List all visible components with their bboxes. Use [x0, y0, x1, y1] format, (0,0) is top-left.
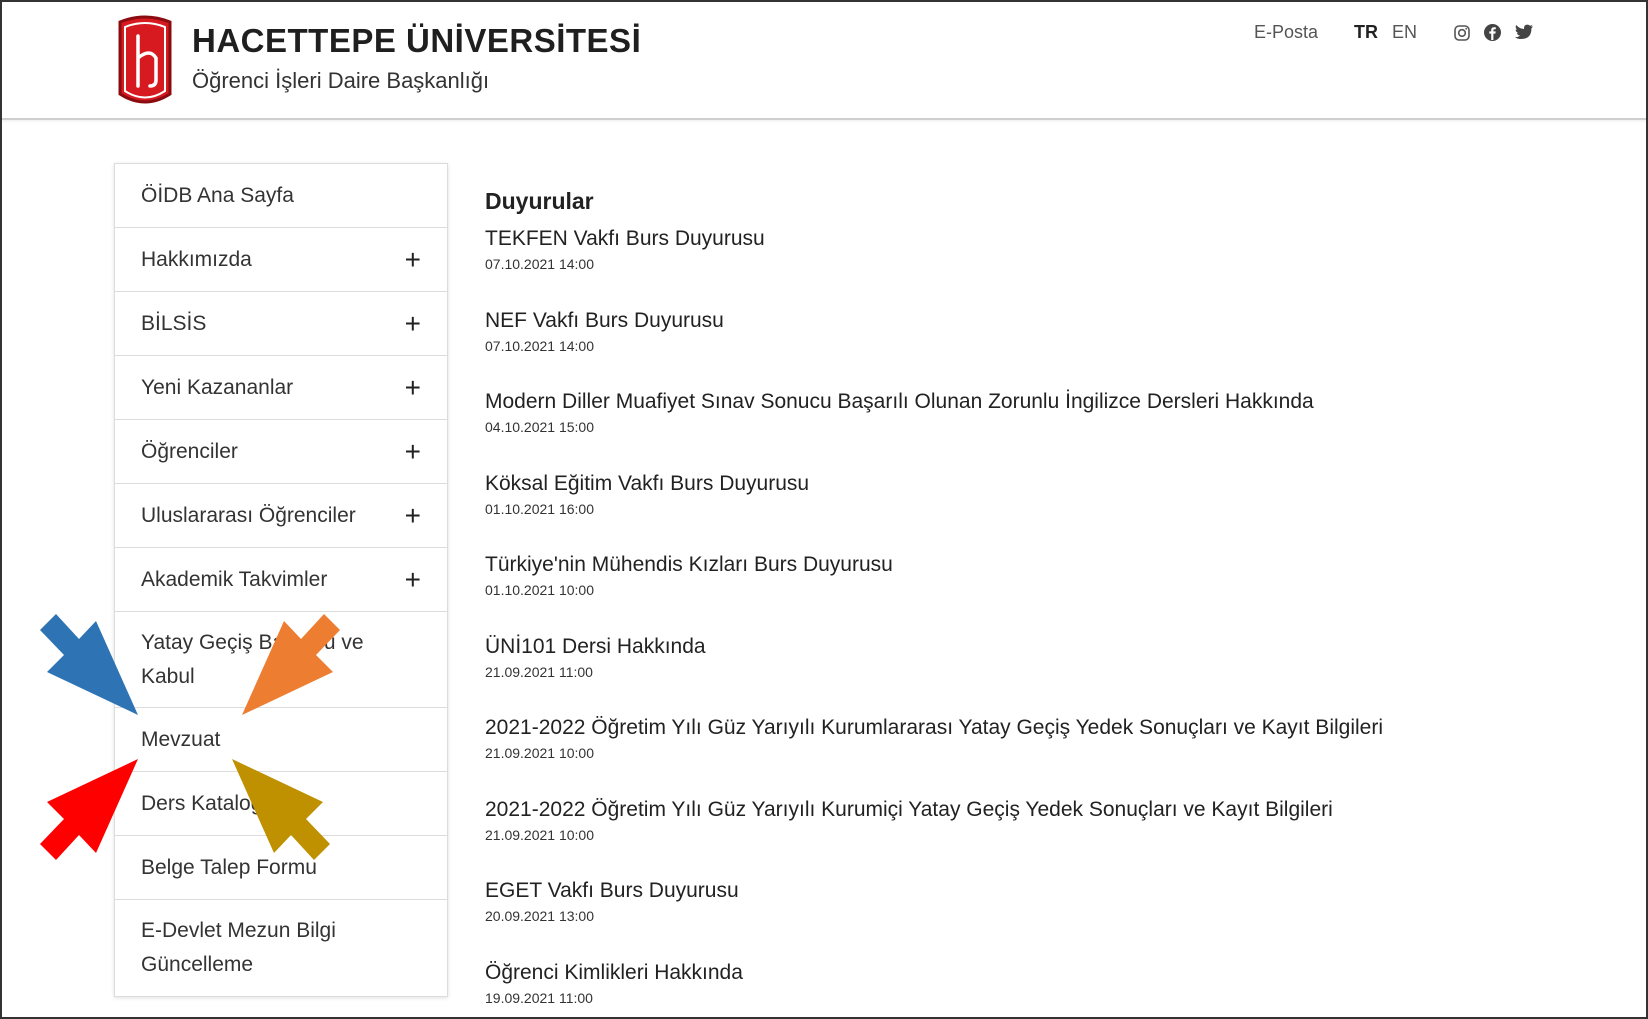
news-date: 01.10.2021 10:00 [485, 582, 594, 598]
sidebar-item-yatay-gecis[interactable]: Yatay Geçiş Başvuru ve Kabul [115, 612, 447, 708]
sidebar-item-label: Ders Kataloğu [141, 791, 275, 815]
news-date: 20.09.2021 13:00 [485, 908, 594, 924]
sidebar-item-mevzuat[interactable]: Mevzuat [115, 708, 447, 772]
sidebar-item-label: Öğrenciler [141, 439, 238, 463]
news-item: TEKFEN Vakfı Burs Duyurusu 07.10.2021 14… [485, 225, 1605, 307]
news-date: 21.09.2021 10:00 [485, 745, 594, 761]
expand-plus-icon[interactable]: + [405, 501, 421, 530]
sidebar-item-belge-talep-formu[interactable]: Belge Talep Formu [115, 836, 447, 900]
news-title-link[interactable]: Modern Diller Muafiyet Sınav Sonucu Başa… [485, 388, 1605, 416]
site-subtitle: Öğrenci İşleri Daire Başkanlığı [192, 68, 490, 93]
sidebar-item-akademik-takvimler[interactable]: Akademik Takvimler + [115, 548, 447, 612]
sidebar-item-hakkimizda[interactable]: Hakkımızda + [115, 228, 447, 292]
lang-tr-link[interactable]: TR [1354, 22, 1378, 43]
news-item: 2021-2022 Öğretim Yılı Güz Yarıyılı Kuru… [485, 796, 1605, 878]
news-item: ÜNİ101 Dersi Hakkında 21.09.2021 11:00 [485, 633, 1605, 715]
sidebar-item-bilsis[interactable]: BİLSİS + [115, 292, 447, 356]
news-title-link[interactable]: EGET Vakfı Burs Duyurusu [485, 877, 1605, 905]
news-item: EGET Vakfı Burs Duyurusu 20.09.2021 13:0… [485, 877, 1605, 959]
sidebar-item-label: E-Devlet Mezun Bilgi Güncelleme [141, 919, 336, 976]
site-title[interactable]: HACETTEPE ÜNİVERSİTESİ [192, 22, 641, 60]
news-item: 2021-2022 Öğretim Yılı Güz Yarıyılı Kuru… [485, 714, 1605, 796]
twitter-icon[interactable] [1514, 24, 1534, 41]
news-title-link[interactable]: 2021-2022 Öğretim Yılı Güz Yarıyılı Kuru… [485, 714, 1605, 742]
expand-plus-icon[interactable]: + [405, 565, 421, 594]
sidebar-item-label: Belge Talep Formu [141, 855, 317, 879]
news-title-link[interactable]: ÜNİ101 Dersi Hakkında [485, 633, 1605, 661]
sidebar-item-yeni-kazananlar[interactable]: Yeni Kazananlar + [115, 356, 447, 420]
instagram-icon[interactable] [1453, 24, 1471, 42]
facebook-icon[interactable] [1483, 23, 1502, 42]
news-date: 01.10.2021 16:00 [485, 500, 594, 517]
announcements-title: Duyurular [485, 188, 594, 214]
news-item: Türkiye'nin Mühendis Kızları Burs Duyuru… [485, 551, 1605, 633]
news-title-link[interactable]: NEF Vakfı Burs Duyurusu [485, 307, 1605, 335]
sidebar-item-e-devlet-mezun[interactable]: E-Devlet Mezun Bilgi Güncelleme [115, 900, 447, 996]
social-links [1453, 23, 1534, 42]
news-title-link[interactable]: Türkiye'nin Mühendis Kızları Burs Duyuru… [485, 551, 1605, 579]
sidebar-item-ders-katalogu[interactable]: Ders Kataloğu [115, 772, 447, 836]
sidebar-item-uluslararasi-ogrenciler[interactable]: Uluslararası Öğrenciler + [115, 484, 447, 548]
sidebar-item-label: ÖİDB Ana Sayfa [141, 183, 294, 207]
sidebar-item-label: Yatay Geçiş Başvuru ve Kabul [141, 630, 364, 688]
news-title-link[interactable]: Köksal Eğitim Vakfı Burs Duyurusu [485, 470, 1605, 498]
news-date: 19.09.2021 11:00 [485, 989, 593, 1006]
sidebar-menu: ÖİDB Ana Sayfa Hakkımızda + BİLSİS + Yen… [114, 163, 448, 997]
expand-plus-icon[interactable]: + [405, 245, 421, 274]
sidebar-item-label: Uluslararası Öğrenciler [141, 503, 356, 527]
sidebar-item-label: Yeni Kazananlar [141, 375, 294, 399]
expand-plus-icon[interactable]: + [405, 309, 421, 338]
sidebar-item-label: Akademik Takvimler [141, 567, 328, 591]
news-date: 04.10.2021 15:00 [485, 419, 594, 435]
news-title-link[interactable]: Öğrenci Kimlikleri Hakkında [485, 959, 1605, 987]
expand-plus-icon[interactable]: + [405, 373, 421, 402]
page-frame: HACETTEPE ÜNİVERSİTESİ Öğrenci İşleri Da… [0, 0, 1648, 1019]
sidebar-item-label: BİLSİS [141, 311, 207, 335]
expand-plus-icon[interactable]: + [405, 437, 421, 466]
sidebar-item-label: Mevzuat [141, 727, 221, 751]
news-title-link[interactable]: TEKFEN Vakfı Burs Duyurusu [485, 225, 1605, 253]
news-date: 21.09.2021 10:00 [485, 826, 594, 843]
sidebar-item-oidb-ana-sayfa[interactable]: ÖİDB Ana Sayfa [115, 164, 447, 228]
news-item: Öğrenci Kimlikleri Hakkında 19.09.2021 1… [485, 959, 1605, 1018]
university-logo-icon[interactable] [116, 14, 174, 108]
news-date: 07.10.2021 14:00 [485, 256, 594, 272]
email-link[interactable]: E-Posta [1254, 22, 1318, 43]
site-header: HACETTEPE ÜNİVERSİTESİ Öğrenci İşleri Da… [2, 2, 1646, 120]
sidebar-item-label: Hakkımızda [141, 247, 252, 271]
news-date: 21.09.2021 11:00 [485, 663, 593, 680]
news-item: Modern Diller Muafiyet Sınav Sonucu Başa… [485, 388, 1605, 470]
news-item: Köksal Eğitim Vakfı Burs Duyurusu 01.10.… [485, 470, 1605, 552]
news-title-link[interactable]: 2021-2022 Öğretim Yılı Güz Yarıyılı Kuru… [485, 796, 1605, 824]
top-links: E-Posta TR EN [1254, 22, 1534, 43]
lang-en-link[interactable]: EN [1392, 22, 1417, 43]
news-item: NEF Vakfı Burs Duyurusu 07.10.2021 14:00 [485, 307, 1605, 389]
announcements-section: Duyurular TEKFEN Vakfı Burs Duyurusu 07.… [485, 188, 1605, 1018]
sidebar-item-ogrenciler[interactable]: Öğrenciler + [115, 420, 447, 484]
news-date: 07.10.2021 14:00 [485, 337, 594, 354]
